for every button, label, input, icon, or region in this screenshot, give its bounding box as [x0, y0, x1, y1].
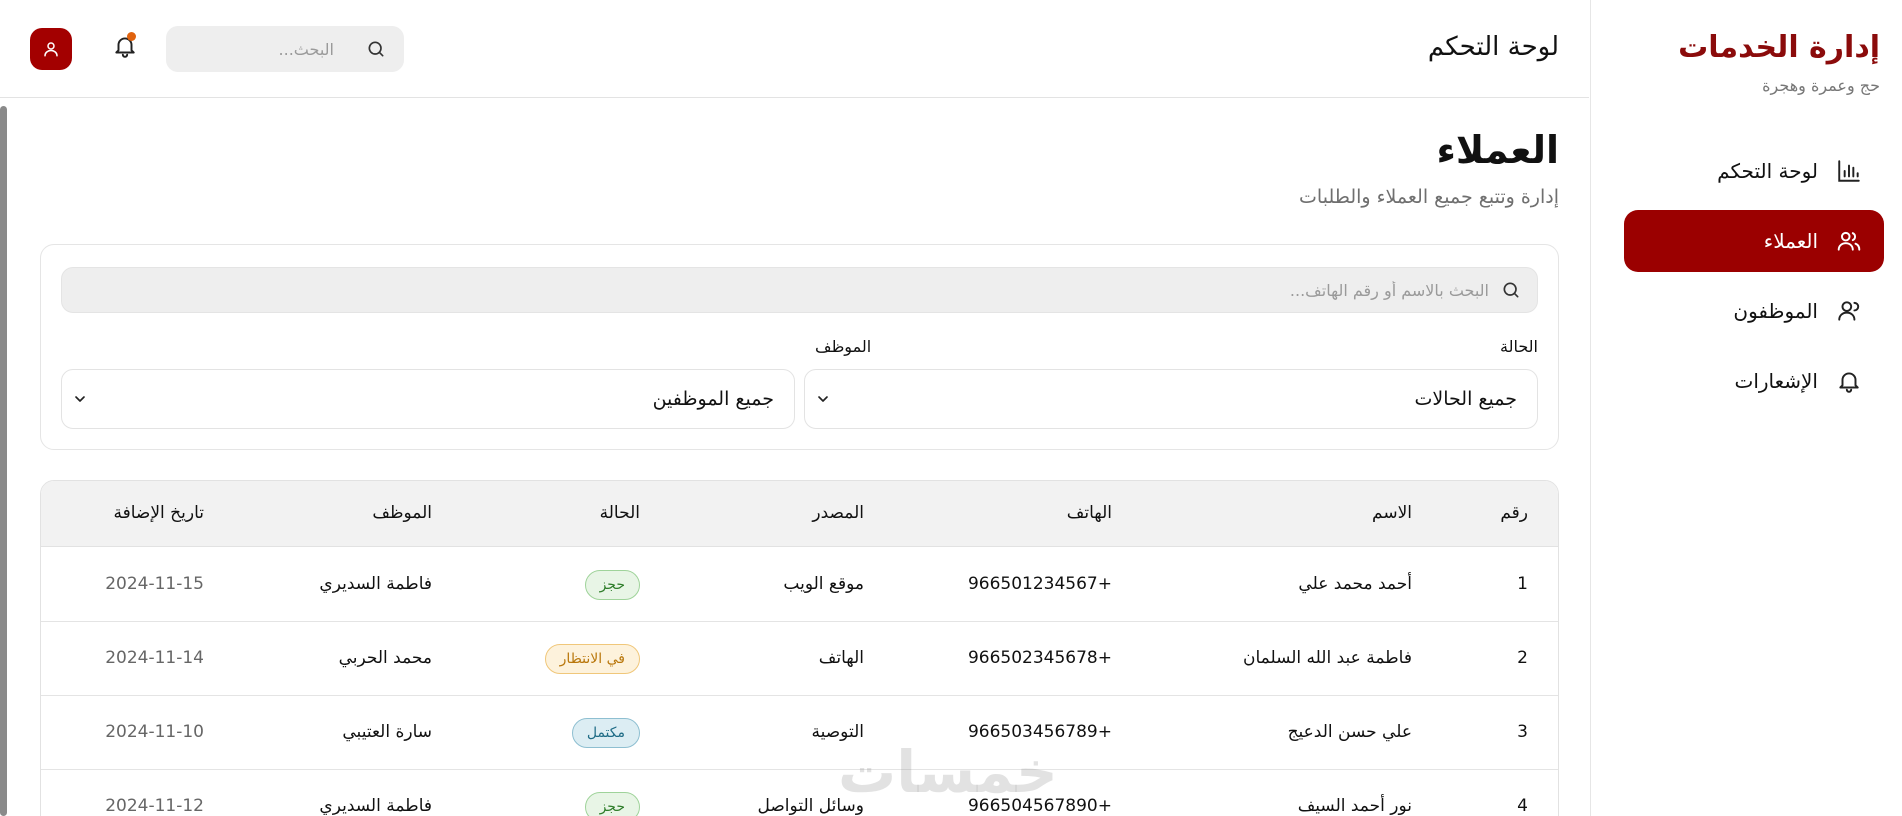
cell-num: 3 [1517, 722, 1528, 742]
cell-num: 2 [1517, 648, 1528, 668]
sidebar-item-employees[interactable]: الموظفون [1624, 280, 1884, 342]
chevron-down-icon [818, 396, 828, 402]
column-header-status[interactable]: الحالة [600, 503, 640, 523]
sidebar-item-notifications[interactable]: الإشعارات [1624, 350, 1884, 412]
status-filter-value: جميع الحالات [1414, 388, 1517, 410]
status-filter-label: الحالة [1500, 337, 1538, 356]
customer-search-input[interactable] [62, 280, 1489, 300]
cell-employee: محمد الحربي [338, 648, 432, 668]
cell-phone: 966502345678+ [967, 648, 1112, 668]
user-icon [44, 42, 58, 57]
column-header-phone[interactable]: الهاتف [1067, 503, 1112, 523]
watermark: خمسات [838, 738, 1058, 806]
sidebar-item-label: العملاء [1763, 229, 1818, 253]
sidebar-item-dashboard[interactable]: لوحة التحكم [1624, 140, 1884, 202]
header-search-input[interactable] [184, 39, 334, 59]
status-filter-select[interactable]: جميع الحالات [804, 369, 1538, 429]
cell-num: 1 [1517, 574, 1528, 594]
cell-num: 4 [1517, 796, 1528, 816]
scrollbar[interactable] [0, 106, 7, 816]
user-icon [1838, 301, 1860, 321]
customers-table: رقم الاسم الهاتف المصدر الحالة الموظف تا… [40, 480, 1559, 816]
employee-filter-label: الموظف [815, 337, 872, 356]
sidebar-item-customers[interactable]: العملاء [1624, 210, 1884, 272]
user-avatar-button[interactable] [30, 28, 72, 70]
employee-filter-select[interactable]: جميع الموظفين [61, 369, 795, 429]
search-icon [368, 41, 384, 57]
table-row[interactable]: 3 علي حسن الدعيج 966503456789+ التوصية م… [41, 696, 1558, 770]
header-search-box[interactable] [166, 26, 404, 72]
sidebar-item-label: الموظفون [1733, 299, 1818, 323]
filter-card: الحالة جميع الحالات الموظف جميع الموظفين [40, 244, 1559, 450]
cell-date: 2024-11-15 [105, 574, 204, 594]
sidebar-item-label: لوحة التحكم [1717, 159, 1818, 183]
cell-name: نور أحمد السيف [1297, 796, 1412, 816]
cell-name: فاطمة عبد الله السلمان [1242, 648, 1412, 668]
chevron-down-icon [75, 396, 85, 402]
cell-date: 2024-11-12 [105, 796, 204, 816]
sidebar: إدارة الخدمات حج وعمرة وهجرة لوحة التحكم… [1590, 0, 1902, 816]
brand-subtitle: حج وعمرة وهجرة [1762, 76, 1880, 95]
table-row[interactable]: 1 أحمد محمد علي 966501234567+ موقع الويب… [41, 548, 1558, 622]
column-header-date[interactable]: تاريخ الإضافة [113, 503, 204, 523]
top-header: لوحة التحكم [0, 0, 1589, 98]
column-header-num[interactable]: رقم [1500, 503, 1528, 523]
cell-source: الهاتف [818, 648, 864, 668]
status-badge: في الانتظار [544, 644, 640, 674]
status-badge: حجز [584, 570, 640, 600]
cell-name: علي حسن الدعيج [1287, 722, 1412, 742]
cell-phone: 966501234567+ [967, 574, 1112, 594]
page-subtitle: إدارة وتتبع جميع العملاء والطلبات [1299, 186, 1559, 208]
customer-search-box[interactable] [61, 267, 1538, 313]
cell-date: 2024-11-10 [105, 722, 204, 742]
page-title: العملاء [1436, 128, 1560, 172]
users-icon [1837, 231, 1861, 251]
cell-employee: فاطمة السديري [319, 574, 432, 594]
cell-date: 2024-11-14 [105, 648, 204, 668]
notification-dot [127, 32, 136, 41]
column-header-source[interactable]: المصدر [812, 503, 864, 523]
table-row[interactable]: 4 نور أحمد السيف 966504567890+ وسائل الت… [41, 770, 1558, 816]
brand-title: إدارة الخدمات [1678, 30, 1880, 65]
cell-name: أحمد محمد علي [1298, 574, 1412, 594]
bell-icon [1839, 372, 1859, 393]
status-badge: حجز [584, 792, 640, 816]
column-header-name[interactable]: الاسم [1372, 503, 1412, 523]
table-row[interactable]: 2 فاطمة عبد الله السلمان 966502345678+ ا… [41, 622, 1558, 696]
cell-employee: سارة العتيبي [342, 722, 432, 742]
employee-filter-value: جميع الموظفين [652, 388, 774, 410]
column-header-employee[interactable]: الموظف [372, 503, 432, 523]
sidebar-item-label: الإشعارات [1734, 369, 1818, 393]
cell-source: موقع الويب [783, 574, 864, 594]
cell-employee: فاطمة السديري [319, 796, 432, 816]
search-icon [1503, 282, 1519, 298]
header-title: لوحة التحكم [1427, 32, 1559, 62]
status-badge: مكتمل [571, 718, 640, 748]
table-header: رقم الاسم الهاتف المصدر الحالة الموظف تا… [41, 481, 1558, 547]
bar-chart-icon [1838, 160, 1860, 182]
notifications-button[interactable] [108, 32, 138, 64]
